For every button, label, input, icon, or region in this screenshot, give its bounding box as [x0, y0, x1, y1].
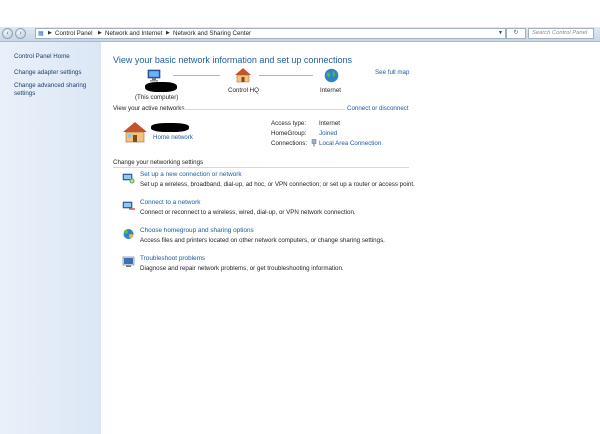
page-title: View your basic network information and … [113, 55, 352, 65]
task-connect-network-link[interactable]: Connect to a network [140, 199, 200, 206]
globe-icon [324, 68, 339, 85]
divider [113, 167, 409, 168]
ethernet-icon [311, 139, 317, 149]
task-setup-connection-link[interactable]: Set up a new connection or network [140, 171, 242, 178]
chevron-right-icon[interactable]: ▶ [98, 30, 102, 36]
connect-network-icon [122, 200, 135, 214]
homegroup-label: HomeGroup: [271, 130, 307, 137]
computer-label: (This computer) [135, 94, 179, 101]
breadcrumb-network-internet[interactable]: Network and Internet [105, 30, 162, 37]
breadcrumb-network-sharing-center[interactable]: Network and Sharing Center [173, 30, 251, 37]
chevron-down-icon[interactable]: ▼ [498, 30, 503, 36]
settings-header: Change your networking settings [113, 159, 204, 166]
homegroup-link[interactable]: Joined [319, 130, 337, 137]
address-bar: ‹ › ▦ ▶ Control Panel ▶ Network and Inte… [0, 27, 600, 42]
local-area-connection-link[interactable]: Local Area Connection [319, 140, 381, 147]
internet-label: Internet [320, 87, 341, 94]
main-content: View your basic network information and … [101, 42, 600, 434]
redacted-computer-name [145, 82, 177, 92]
home-network-icon [234, 67, 252, 85]
task-homegroup-link[interactable]: Choose homegroup and sharing options [140, 227, 254, 234]
breadcrumb[interactable]: ▦ ▶ Control Panel ▶ Network and Internet… [35, 28, 506, 39]
network-type-link[interactable]: Home network [153, 134, 193, 141]
task-setup-connection-desc: Set up a wireless, broadband, dial-up, a… [140, 181, 415, 188]
active-networks-header: View your active networks [113, 105, 185, 112]
sidebar-item-change-adapter-settings[interactable]: Change adapter settings [14, 69, 98, 77]
see-full-map-link[interactable]: See full map [375, 69, 409, 76]
connections-label: Connections: [271, 140, 308, 147]
network-label: Control HQ [228, 87, 259, 94]
sidebar-item-control-panel-home[interactable]: Control Panel Home [14, 53, 98, 61]
refresh-button[interactable]: ↻ [506, 28, 526, 39]
back-button[interactable]: ‹ [2, 28, 13, 39]
redacted-network-name [151, 123, 189, 132]
troubleshoot-icon [122, 256, 135, 270]
search-input[interactable]: Search Control Panel [528, 28, 594, 39]
new-connection-icon [122, 172, 135, 186]
map-connector-line [259, 75, 313, 76]
task-troubleshoot-desc: Diagnose and repair network problems, or… [140, 265, 344, 272]
task-troubleshoot-link[interactable]: Troubleshoot problems [140, 255, 205, 262]
chevron-right-icon[interactable]: ▶ [48, 30, 52, 36]
homegroup-icon [122, 228, 135, 242]
forward-button[interactable]: › [15, 28, 26, 39]
home-network-icon [122, 121, 148, 145]
access-type-label: Access type: [271, 120, 307, 127]
chevron-right-icon[interactable]: ▶ [166, 30, 170, 36]
breadcrumb-control-panel[interactable]: Control Panel [55, 30, 93, 37]
map-connector-line [173, 75, 220, 76]
connect-disconnect-link[interactable]: Connect or disconnect [347, 105, 409, 112]
sidebar: Control Panel Home Change adapter settin… [0, 42, 101, 434]
task-connect-network-desc: Connect or reconnect to a wireless, wire… [140, 209, 356, 216]
divider [181, 109, 345, 110]
sidebar-item-change-advanced-sharing-settings[interactable]: Change advanced sharing settings [14, 82, 94, 98]
control-panel-icon: ▦ [38, 30, 44, 37]
task-homegroup-desc: Access files and printers located on oth… [140, 237, 385, 244]
access-type-value: Internet [319, 120, 340, 127]
